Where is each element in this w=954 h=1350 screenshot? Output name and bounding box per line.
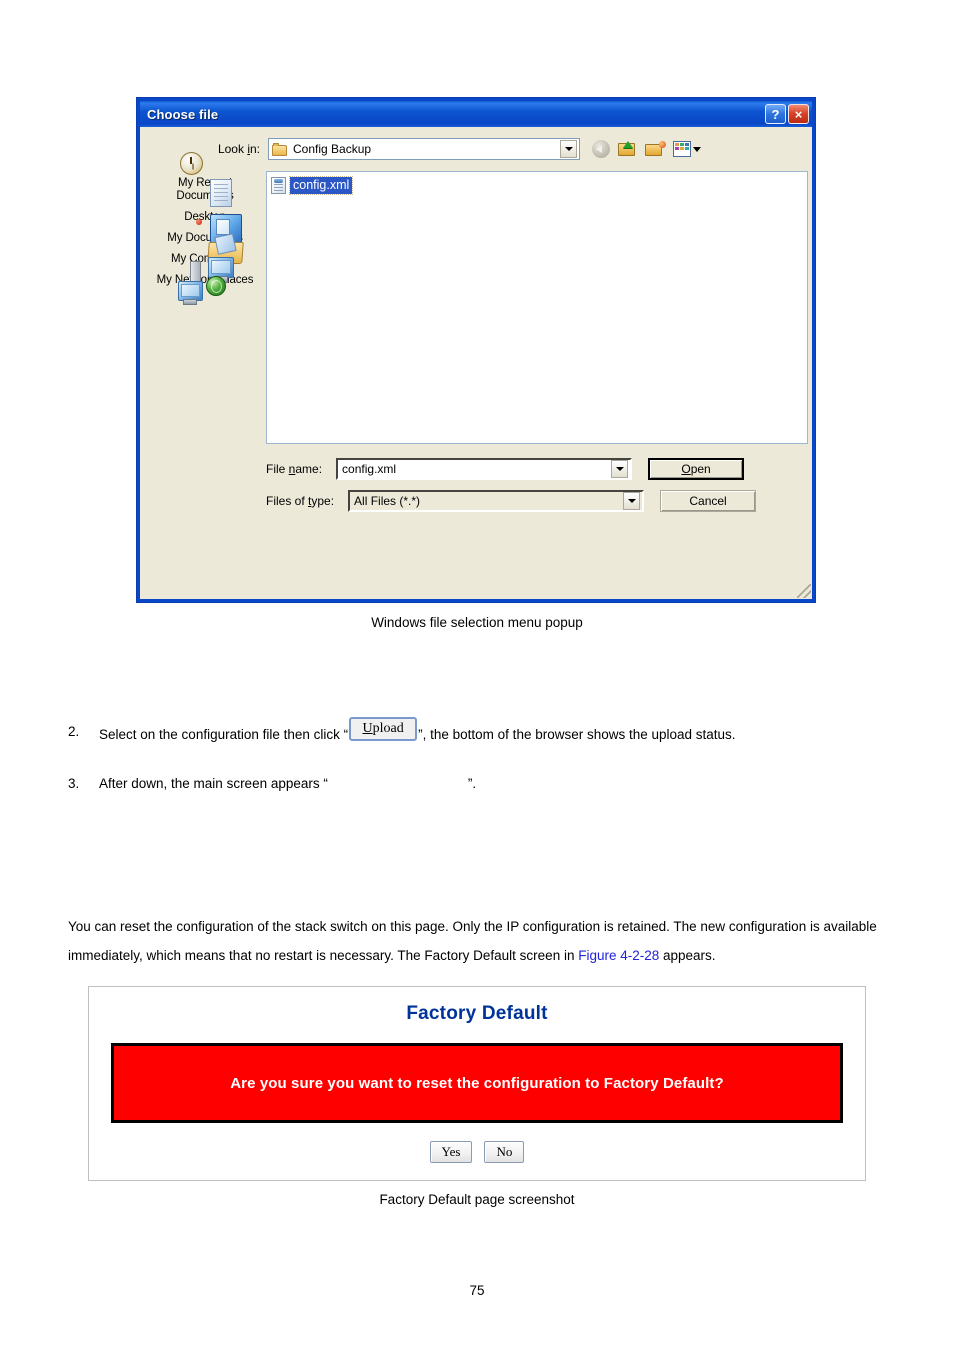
dialog-title-bar[interactable]: Choose file ? × <box>140 101 812 127</box>
create-new-folder-icon[interactable] <box>645 139 666 159</box>
file-list[interactable]: config.xml <box>266 171 808 444</box>
place-label: My Recent Documents <box>176 177 234 202</box>
file-name-value: config.xml <box>342 462 397 476</box>
views-icon <box>673 141 691 157</box>
place-my-recent-documents[interactable]: My Recent Documents <box>150 152 260 207</box>
files-of-type-chevron-down-icon[interactable] <box>623 492 641 510</box>
open-button[interactable]: Open <box>648 458 745 480</box>
file-name-label-static: File name: <box>266 462 323 476</box>
step-text-before: Select on the configuration file then cl… <box>99 727 349 742</box>
file-name-chevron-down-icon[interactable] <box>611 460 629 478</box>
choose-file-dialog: Choose file ? × Look in: Config Backup M… <box>136 97 816 603</box>
files-of-type-row: Files of type: All Files (*.*) Cancel <box>140 490 812 512</box>
file-name-label: config.xml <box>288 175 354 195</box>
warning-message: Are you sure you want to reset the confi… <box>230 1074 724 1092</box>
look-in-label: Look in: <box>217 142 260 156</box>
figure-2-caption: Factory Default page screenshot <box>379 1192 575 1207</box>
open-button-label: Open <box>681 462 711 476</box>
chevron-down-icon[interactable] <box>560 140 577 158</box>
files-of-type-label-static: Files of type: <box>266 494 335 508</box>
file-name-input[interactable]: config.xml <box>336 458 633 480</box>
step-text: Select on the configuration file then cl… <box>99 717 888 747</box>
place-label: My Computer <box>171 253 239 265</box>
views-button[interactable] <box>673 141 701 157</box>
page-number: 75 <box>469 1283 485 1298</box>
upload-button[interactable]: Upload <box>349 717 418 741</box>
paragraph-part-1: You can reset the configuration of the s… <box>68 919 877 963</box>
step-text-after: ”. <box>467 776 477 791</box>
no-button[interactable]: No <box>484 1141 525 1163</box>
back-icon[interactable] <box>592 140 610 158</box>
cancel-button[interactable]: Cancel <box>660 490 757 512</box>
dialog-title: Choose file <box>147 106 219 122</box>
warning-banner: Are you sure you want to reset the confi… <box>111 1043 843 1123</box>
place-my-network-places[interactable]: My Network Places <box>150 268 260 305</box>
step-item-2: 2. Select on the configuration file then… <box>68 717 888 747</box>
list-item[interactable]: config.xml <box>271 175 354 195</box>
look-in-dropdown[interactable]: Config Backup <box>268 138 580 160</box>
look-in-value: Config Backup <box>293 142 372 156</box>
place-my-documents[interactable]: My Documents <box>150 226 260 264</box>
step-number: 3. <box>68 776 80 791</box>
figure-1-caption: Windows file selection menu popup <box>371 615 583 630</box>
step-text: After down, the main screen appears “ ”. <box>99 775 888 793</box>
place-label: My Network Places <box>156 274 254 286</box>
figure-reference-link[interactable]: Figure 4-2-28 <box>578 948 659 963</box>
resize-grip[interactable] <box>797 584 811 598</box>
xml-file-icon <box>271 176 286 194</box>
body-paragraph: You can reset the configuration of the s… <box>68 912 886 970</box>
close-icon[interactable]: × <box>788 104 809 124</box>
views-chevron-down-icon <box>693 146 701 152</box>
confirmation-buttons: Yes No <box>89 1141 865 1163</box>
step-text-before: After down, the main screen appears “ <box>99 776 328 791</box>
place-desktop[interactable]: Desktop <box>150 205 260 243</box>
look-in-row: Look in: Config Backup <box>140 137 812 161</box>
upload-button-label: Upload <box>362 721 404 736</box>
place-label: Desktop <box>184 211 226 223</box>
places-bar: My Recent Documents Desktop My Documents… <box>150 152 260 576</box>
step-text-after: ”, the bottom of the browser shows the u… <box>418 727 736 742</box>
help-icon[interactable]: ? <box>765 104 786 124</box>
folder-icon <box>272 142 288 156</box>
files-of-type-dropdown[interactable]: All Files (*.*) <box>348 490 645 512</box>
step-number: 2. <box>68 724 80 739</box>
factory-default-panel: Factory Default Are you sure you want to… <box>88 986 866 1181</box>
step-item-3: 3. After down, the main screen appears “… <box>68 775 888 793</box>
paragraph-part-2: appears. <box>659 948 716 963</box>
yes-button[interactable]: Yes <box>429 1141 473 1163</box>
dialog-toolbar <box>592 139 701 159</box>
page-title: Factory Default <box>406 1003 548 1024</box>
place-my-computer[interactable]: My Computer <box>150 247 260 283</box>
file-name-row: File name: config.xml Open <box>140 458 812 480</box>
title-bar-buttons: ? × <box>765 104 809 124</box>
dialog-body: Look in: Config Backup My Recent Documen… <box>140 127 812 599</box>
files-of-type-value: All Files (*.*) <box>354 494 421 508</box>
up-one-level-icon[interactable] <box>617 139 638 159</box>
